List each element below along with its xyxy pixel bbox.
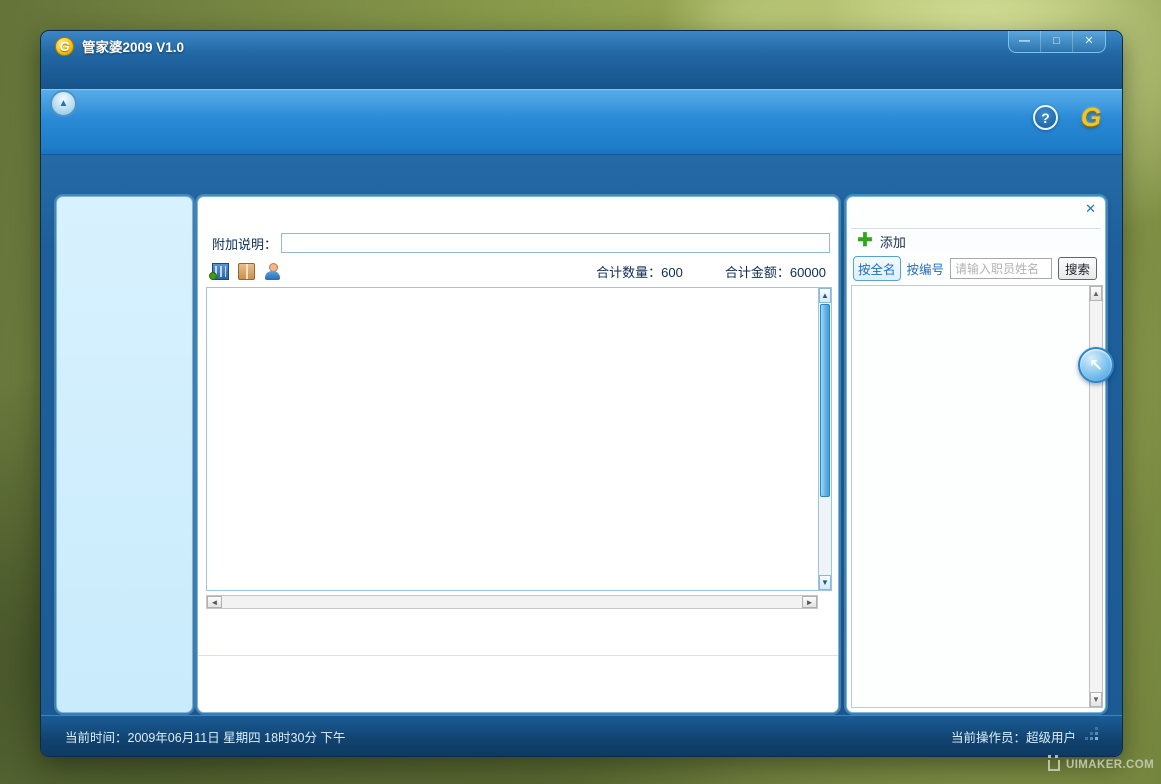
totals: 合计数量：600 合计金额：60000 [596, 262, 828, 281]
employee-grid [851, 285, 1089, 708]
note-row: 附加说明： [212, 233, 830, 253]
total-amount: 合计金额：60000 [725, 262, 826, 281]
scroll-left-icon[interactable]: ◄ [207, 596, 222, 608]
goods-icon[interactable] [238, 263, 255, 280]
maximize-button[interactable]: □ [1041, 31, 1073, 52]
toolbar-right: ? G [1033, 104, 1106, 130]
employee-table: ▲ ▼ [851, 285, 1103, 708]
items-horizontal-scrollbar[interactable]: ◄ ► [206, 595, 818, 609]
scroll-down-icon[interactable]: ▼ [1090, 692, 1102, 707]
warehouse-icon[interactable] [212, 263, 229, 280]
scroll-thumb[interactable] [820, 304, 830, 497]
add-icon: ✚ [857, 232, 873, 250]
current-time: 当前时间：2009年06月11日 星期四 18时30分 下午 [65, 727, 345, 746]
watermark: UIMAKER.COM [1048, 759, 1154, 771]
status-bar: 当前时间：2009年06月11日 星期四 18时30分 下午 当前操作员：超级用… [41, 715, 1122, 756]
watermark-icon [1048, 760, 1060, 771]
employee-icon[interactable] [264, 263, 281, 280]
add-label: 添加 [880, 232, 906, 251]
scroll-up-icon[interactable]: ▲ [1090, 286, 1102, 301]
total-quantity: 合计数量：600 [596, 262, 683, 281]
filter-by-name[interactable]: 按全名 [853, 256, 901, 281]
close-button[interactable]: ✕ [1073, 31, 1105, 52]
items-vertical-scrollbar[interactable]: ▲ ▼ [818, 287, 832, 591]
add-row[interactable]: ✚ 添加 [851, 228, 1101, 253]
window-controls: — □ ✕ [1008, 31, 1106, 53]
filter-by-code[interactable]: 按编号 [907, 259, 945, 278]
sidebar [56, 196, 193, 713]
note-input[interactable] [281, 233, 830, 253]
minimize-button[interactable]: — [1009, 31, 1041, 52]
current-operator: 当前操作员：超级用户 [951, 727, 1076, 746]
app-window: G 管家婆2009 V1.0 — □ ✕ ▲ ? G 附加说明： [40, 30, 1123, 757]
content-area: 附加说明： 合计数量：600 合计金额：60000 ▲ ▼ [41, 191, 1122, 719]
mini-toolbar: 合计数量：600 合计金额：60000 [212, 259, 828, 283]
main-panel: 附加说明： 合计数量：600 合计金额：60000 ▲ ▼ [197, 196, 839, 713]
scroll-down-icon[interactable]: ▼ [819, 575, 831, 590]
resize-grip[interactable] [1086, 730, 1098, 742]
cursor-pointer-icon: ↖ [1078, 347, 1114, 383]
menu-bar [41, 61, 1122, 89]
scroll-up-icon[interactable]: ▲ [819, 288, 831, 303]
scroll-right-icon[interactable]: ► [802, 596, 817, 608]
window-title: 管家婆2009 V1.0 [82, 36, 184, 56]
lookup-panel: ✕ ✚ 添加 按全名 按编号 搜索 ▲ ▼ ↖ [846, 196, 1106, 713]
items-grid [206, 287, 818, 591]
brand-icon: G [1076, 104, 1106, 130]
toolbar: ▲ ? G [41, 89, 1122, 155]
panel-close-icon[interactable]: ✕ [1085, 201, 1096, 217]
title-bar: G 管家婆2009 V1.0 — □ ✕ [41, 31, 1122, 61]
search-button[interactable]: 搜索 [1058, 257, 1097, 280]
note-label: 附加说明： [212, 234, 277, 253]
help-icon[interactable]: ? [1033, 105, 1058, 130]
filter-row: 按全名 按编号 搜索 [851, 255, 1101, 282]
app-logo-icon: G [55, 37, 74, 56]
employee-search-input[interactable] [950, 258, 1052, 279]
watermark-text: UIMAKER.COM [1066, 759, 1154, 771]
items-table: ▲ ▼ [206, 287, 832, 591]
quick-links [198, 655, 838, 712]
collapse-toolbar-button[interactable]: ▲ [50, 90, 77, 117]
